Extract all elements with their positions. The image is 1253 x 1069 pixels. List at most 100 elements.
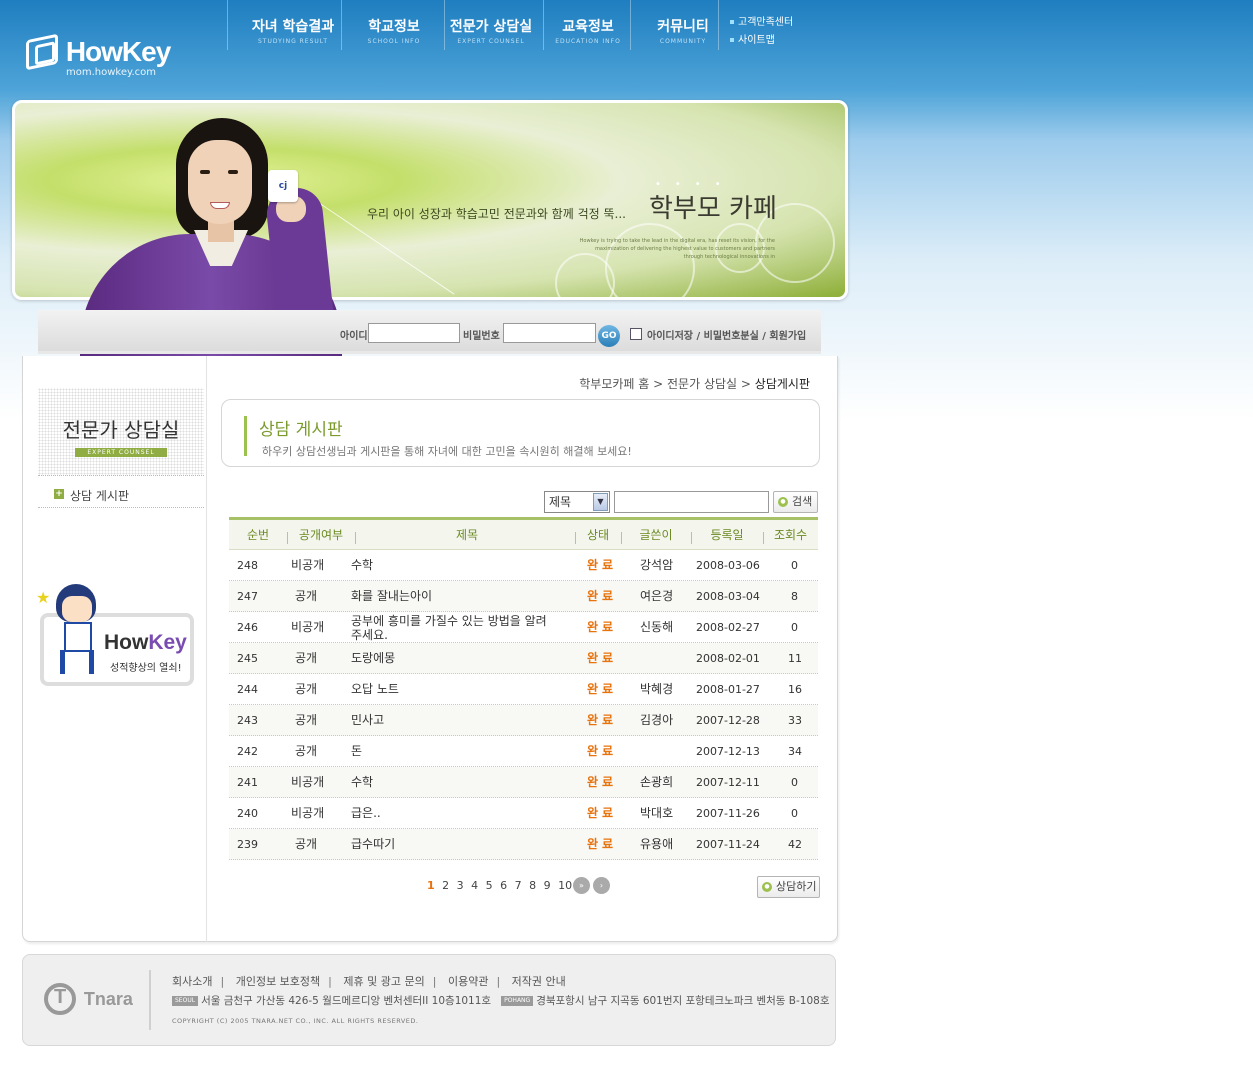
row-number: 248	[237, 559, 258, 572]
gnb-label: 자녀 학습결과	[251, 19, 335, 35]
footer-link-partnership[interactable]: 제휴 및 광고 문의	[343, 975, 424, 988]
page-link[interactable]: 4	[471, 879, 478, 892]
promo-slogan: 성적향상의 열쇠!	[110, 663, 182, 674]
row-title-link[interactable]: 도랑에몽	[351, 643, 395, 674]
row-title-link[interactable]: 수학	[351, 767, 373, 798]
search-input[interactable]	[614, 491, 769, 513]
row-title-link[interactable]: 수학	[351, 550, 373, 581]
row-views: 42	[788, 838, 802, 851]
row-writer: 김경아	[640, 713, 674, 727]
footer-link-about[interactable]: 회사소개	[172, 975, 212, 988]
gnb-label: 교육정보	[562, 19, 614, 35]
pohang-tag: POHANG	[501, 996, 534, 1006]
table-row[interactable]: 241 비공개 수학 완료 손광희 2007-12-11 0	[229, 767, 818, 798]
board-description: 하우키 상담선생님과 게시판을 통해 자녀에 대한 고민을 속시원히 해결해 보…	[262, 445, 632, 458]
search-button[interactable]: ● 검색	[773, 491, 818, 513]
table-row[interactable]: 243 공개 민사고 완료 김경아 2007-12-28 33	[229, 705, 818, 736]
next-block-icon[interactable]: »	[573, 877, 590, 894]
mascot-character: ★	[36, 580, 114, 676]
page-link[interactable]: 3	[457, 879, 464, 892]
row-status: 완료	[587, 775, 618, 789]
table-row[interactable]: 240 비공개 급은.. 완료 박대호 2007-11-26 0	[229, 798, 818, 829]
page-link[interactable]: 5	[486, 879, 493, 892]
table-row[interactable]: 247 공개 화를 잘내는아이 완료 여은경 2008-03-04 8	[229, 581, 818, 612]
row-title-link[interactable]: 급수따기	[351, 829, 395, 860]
banner-tagline: 우리 아이 성장과 학습고민 전문과와 함께 걱정 뚝...	[367, 207, 626, 221]
pencil-icon: ●	[762, 882, 772, 892]
page-link[interactable]: 2	[442, 879, 449, 892]
id-input[interactable]	[368, 323, 460, 343]
gnb-divider	[718, 0, 719, 50]
search-field-select[interactable]: 제목 ▼	[544, 491, 610, 513]
row-writer: 여은경	[640, 589, 674, 603]
quick-link-sitemap[interactable]: 사이트맵	[730, 31, 775, 46]
footer-link-copyright[interactable]: 저작권 안내	[512, 975, 566, 988]
col-number: 순번	[246, 528, 270, 542]
box-logo-icon	[26, 33, 58, 71]
login-links[interactable]: 아이디저장 / 비밀번호분실 / 회원가입	[647, 327, 806, 342]
row-visibility: 비공개	[291, 806, 325, 820]
gnb-sublabel: EDUCATION INFO	[555, 38, 621, 45]
table-row[interactable]: 239 공개 급수따기 완료 유용애 2007-11-24 42	[229, 829, 818, 860]
table-row[interactable]: 248 비공개 수학 완료 강석암 2008-03-06 0	[229, 550, 818, 581]
sidebar-title-en: EXPERT COUNSEL	[75, 448, 167, 457]
table-row[interactable]: 246 비공개 공부에 흥미를 가질수 있는 방법을 알려주세요. 완료 신동해…	[229, 612, 818, 643]
row-title-link[interactable]: 화를 잘내는아이	[351, 581, 432, 612]
save-id-checkbox[interactable]	[630, 328, 642, 340]
row-title-link[interactable]: 민사고	[351, 705, 384, 736]
row-views: 8	[791, 590, 798, 603]
page-link[interactable]: 9	[544, 879, 551, 892]
row-writer: 유용애	[640, 837, 674, 851]
row-title-link[interactable]: 오답 노트	[351, 674, 399, 705]
breadcrumb-home[interactable]: 학부모카페 홈	[579, 377, 649, 391]
copyright: COPYRIGHT (C) 2005 TNARA.NET CO., INC. A…	[172, 1017, 419, 1025]
row-status: 완료	[587, 589, 618, 603]
page-link[interactable]: 8	[529, 879, 536, 892]
chevron-down-icon[interactable]: ▼	[593, 493, 608, 511]
gnb-sublabel: SCHOOL INFO	[367, 38, 421, 45]
login-go-button[interactable]: GO	[598, 325, 620, 347]
table-row[interactable]: 244 공개 오답 노트 완료 박혜경 2008-01-27 16	[229, 674, 818, 705]
row-title-link[interactable]: 급은..	[351, 798, 381, 829]
tnara-logo: Tnara	[44, 983, 133, 1015]
gnb-education-info[interactable]: 교육정보 EDUCATION INFO	[533, 16, 643, 45]
write-counsel-button[interactable]: ● 상담하기	[757, 876, 820, 898]
sidebar-divider	[206, 356, 207, 942]
footer-link-terms[interactable]: 이용약관	[448, 975, 488, 988]
breadcrumb-expert-counsel[interactable]: 전문가 상담실	[667, 377, 737, 391]
row-date: 2008-02-01	[696, 652, 760, 665]
row-date: 2007-12-13	[696, 745, 760, 758]
gnb-community[interactable]: 커뮤니티 COMMUNITY	[628, 16, 738, 45]
gnb-school-info[interactable]: 학교정보 SCHOOL INFO	[339, 16, 449, 45]
row-title-link[interactable]: 돈	[351, 736, 362, 767]
gnb-expert-counsel[interactable]: 전문가 상담실 EXPERT COUNSEL	[436, 16, 546, 45]
next-page-icon[interactable]: ›	[593, 877, 610, 894]
row-views: 16	[788, 683, 802, 696]
quick-link-customer-center[interactable]: 고객만족센터	[730, 13, 793, 28]
sidebar-item-counsel-board[interactable]: + 상담 게시판	[38, 482, 204, 508]
row-date: 2007-11-26	[696, 807, 760, 820]
footer-link-privacy[interactable]: 개인정보 보호정책	[236, 975, 320, 988]
table-row[interactable]: 242 공개 돈 완료 2007-12-13 34	[229, 736, 818, 767]
table-row[interactable]: 245 공개 도랑에몽 완료 2008-02-01 11	[229, 643, 818, 674]
row-visibility: 공개	[295, 682, 318, 696]
howkey-logo[interactable]: HowKey mom.howkey.com	[26, 33, 171, 78]
seoul-tag: SEOUL	[172, 996, 199, 1006]
gnb-divider	[227, 0, 228, 50]
search-icon: ●	[778, 497, 788, 507]
page-link[interactable]: 6	[500, 879, 507, 892]
row-number: 245	[237, 652, 258, 665]
row-title-link[interactable]: 공부에 흥미를 가질수 있는 방법을 알려주세요.	[351, 612, 551, 643]
sidebar-title: 전문가 상담실 EXPERT COUNSEL	[38, 388, 204, 476]
page-link[interactable]: 10	[558, 879, 572, 892]
page-link[interactable]: 7	[515, 879, 522, 892]
page-link-current[interactable]: 1	[427, 879, 435, 892]
row-views: 33	[788, 714, 802, 727]
password-input[interactable]	[503, 323, 596, 343]
row-visibility: 비공개	[291, 775, 325, 789]
col-views: 조회수	[773, 528, 808, 542]
gnb-studying-result[interactable]: 자녀 학습결과 STUDYING RESULT	[238, 16, 348, 45]
pohang-address: 경북포항시 남구 지곡동 601번지 포항테크노파크 벤처동 B-108호	[536, 995, 830, 1007]
row-writer: 박혜경	[640, 682, 674, 696]
col-title: 제목	[455, 528, 479, 542]
